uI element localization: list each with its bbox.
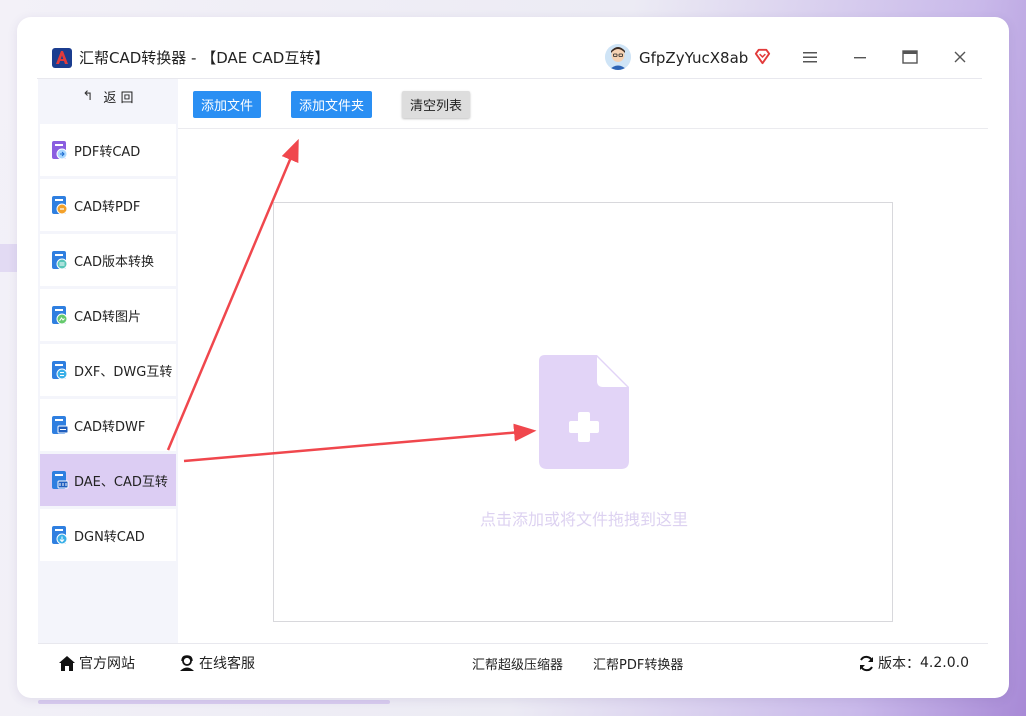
sidebar-item-cad-to-dwf[interactable]: CAD转DWF: [40, 399, 176, 451]
maximize-icon: [902, 50, 918, 64]
add-folder-button[interactable]: 添加文件夹: [291, 91, 372, 118]
sidebar-item-dae-cad[interactable]: DAE、CAD互转: [40, 454, 176, 506]
sidebar-item-cad-version[interactable]: CAD版本转换: [40, 234, 176, 286]
add-file-icon[interactable]: [539, 355, 629, 469]
sidebar-item-cad-to-image[interactable]: CAD转图片: [40, 289, 176, 341]
support-link[interactable]: 在线客服: [178, 644, 255, 682]
close-icon: [954, 51, 966, 63]
menu-button[interactable]: [800, 47, 820, 67]
compressor-link[interactable]: 汇帮超级压缩器: [472, 644, 563, 682]
clear-list-button[interactable]: 清空列表: [402, 91, 470, 118]
sidebar-item-label: CAD转PDF: [74, 199, 141, 215]
sidebar-item-dxf-dwg[interactable]: DXF、DWG互转: [40, 344, 176, 396]
back-label: 返 回: [103, 90, 134, 106]
user-avatar[interactable]: [605, 44, 631, 70]
cad-to-pdf-icon: [52, 196, 68, 215]
sidebar-item-label: DXF、DWG互转: [74, 364, 173, 380]
minimize-button[interactable]: [850, 47, 870, 67]
footer-bar: 官方网站 在线客服 汇帮超级压缩器 汇帮PDF转换器 版本： 4.2.0.0: [38, 643, 988, 681]
sidebar-item-dgn-to-cad[interactable]: DGN转CAD: [40, 509, 176, 561]
sidebar-item-label: CAD转DWF: [74, 419, 146, 435]
customer-service-icon: [180, 654, 194, 671]
sidebar-item-label: CAD转图片: [74, 309, 141, 325]
dgn-to-cad-icon: [52, 526, 68, 545]
sidebar-item-label: DAE、CAD互转: [74, 474, 168, 490]
title-bar: 汇帮CAD转换器 - 【DAE CAD互转】 GfpZyYucX8ab: [17, 17, 1009, 79]
app-window: 汇帮CAD转换器 - 【DAE CAD互转】 GfpZyYucX8ab ↰ 返 …: [17, 17, 1009, 698]
version-number: 4.2.0.0: [920, 655, 969, 671]
website-link[interactable]: 官方网站: [58, 644, 135, 682]
home-icon: [59, 655, 75, 671]
app-logo-icon: [52, 48, 72, 68]
username[interactable]: GfpZyYucX8ab: [639, 48, 748, 68]
sidebar-item-cad-to-pdf[interactable]: CAD转PDF: [40, 179, 176, 231]
minimize-icon: [854, 57, 866, 59]
avatar-icon: [605, 44, 631, 70]
dxf-dwg-icon: [52, 361, 68, 380]
cad-version-icon: [52, 251, 68, 270]
cad-to-dwf-icon: [52, 416, 69, 434]
hamburger-icon: [803, 52, 817, 63]
sidebar-item-label: CAD版本转换: [74, 254, 154, 270]
add-file-button[interactable]: 添加文件: [193, 91, 261, 118]
close-button[interactable]: [950, 47, 970, 67]
window-title: 汇帮CAD转换器 - 【DAE CAD互转】: [79, 49, 330, 67]
sidebar: ↰ 返 回 PDF转CAD CAD转PDF CAD版本转换 CAD转图片 DXF…: [38, 79, 178, 643]
dae-cad-icon: [52, 471, 69, 489]
back-arrow-icon: ↰: [82, 88, 94, 104]
pdf-to-cad-icon: [52, 141, 68, 160]
version-info[interactable]: 版本： 4.2.0.0: [858, 644, 969, 682]
vip-diamond-icon[interactable]: [753, 47, 772, 66]
drop-hint: 点击添加或将文件拖拽到这里: [479, 510, 688, 529]
drop-zone[interactable]: 点击添加或将文件拖拽到这里: [273, 202, 893, 622]
refresh-icon: [860, 655, 873, 671]
sidebar-item-label: PDF转CAD: [74, 144, 141, 160]
sidebar-item-pdf-to-cad[interactable]: PDF转CAD: [40, 124, 176, 176]
back-button[interactable]: ↰ 返 回: [38, 83, 178, 109]
cad-to-image-icon: [52, 306, 68, 325]
file-list-area: 点击添加或将文件拖拽到这里: [178, 129, 988, 643]
sidebar-item-label: DGN转CAD: [74, 529, 145, 545]
pdf-converter-link[interactable]: 汇帮PDF转换器: [593, 644, 683, 682]
toolbar: 添加文件 添加文件夹 清空列表: [178, 79, 988, 129]
maximize-button[interactable]: [900, 47, 920, 67]
